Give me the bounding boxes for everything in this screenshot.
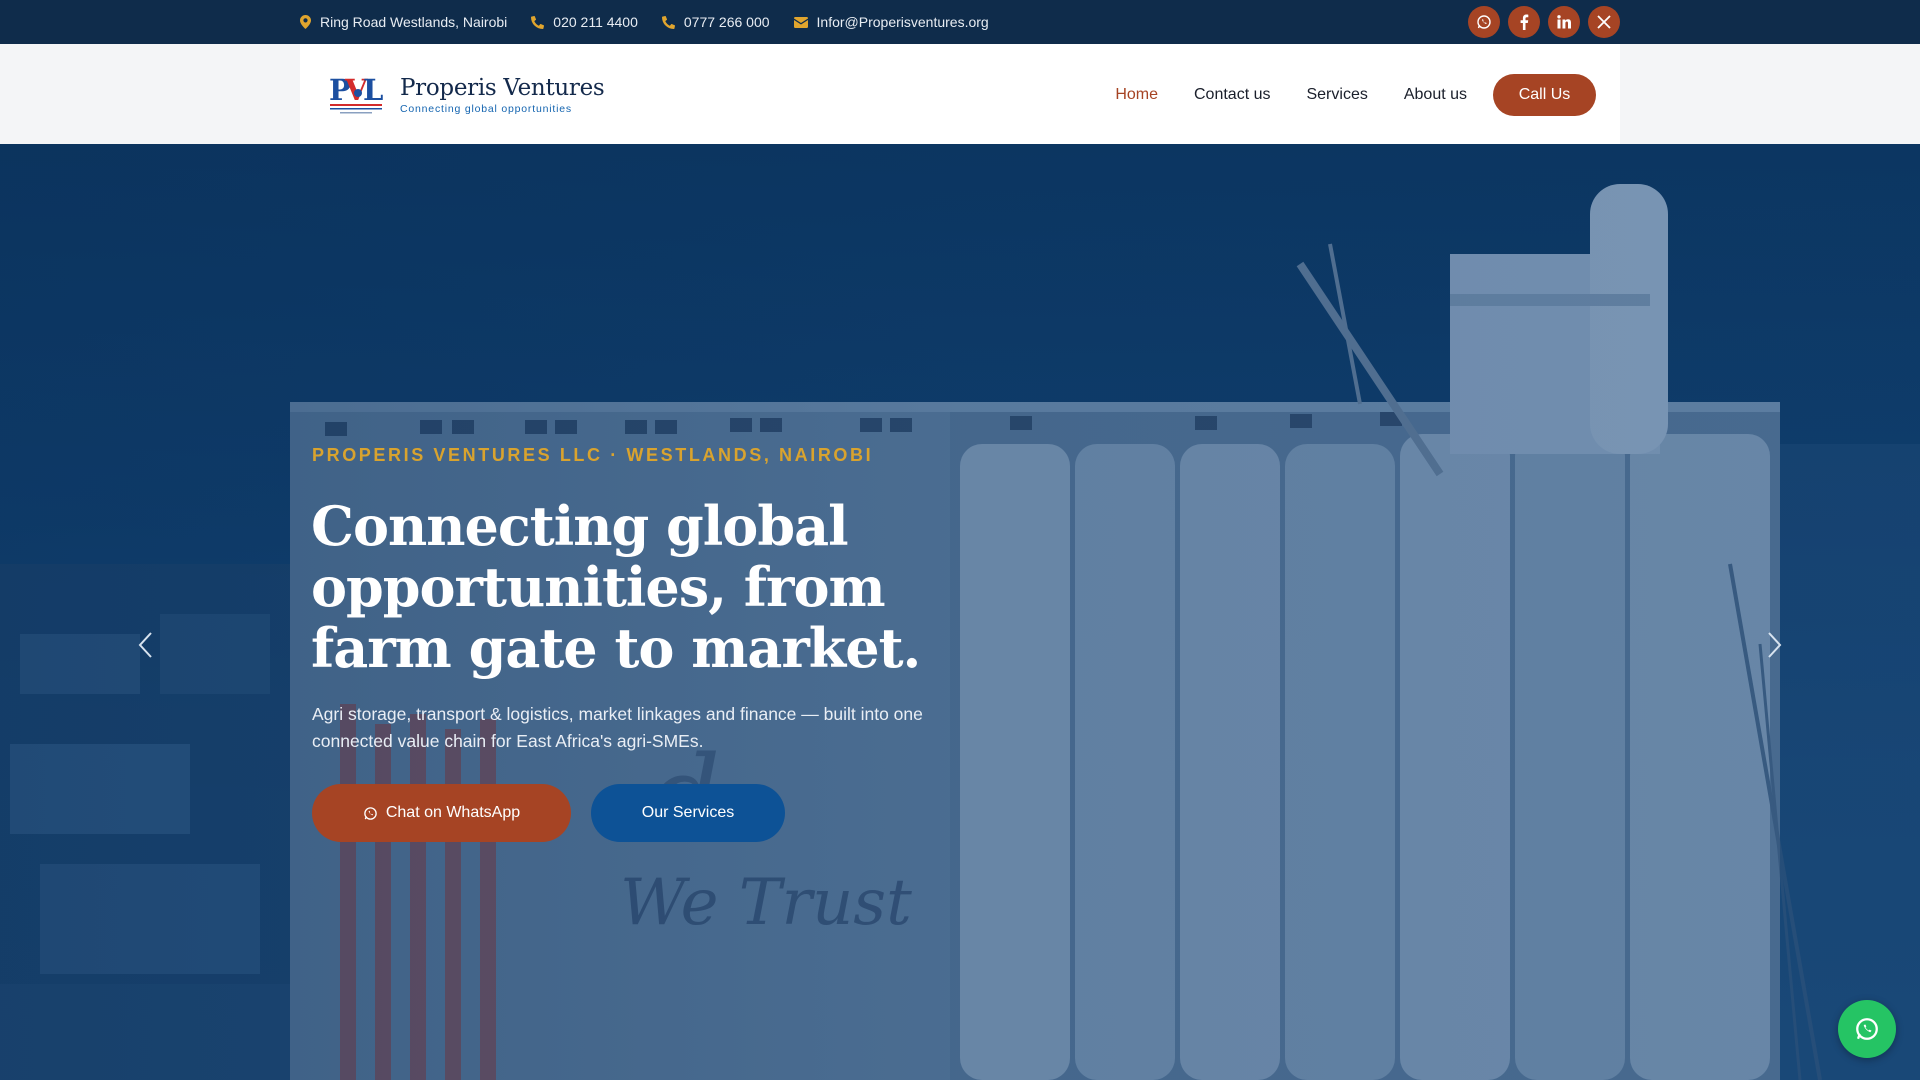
x-icon[interactable] (1588, 6, 1620, 38)
whatsapp-icon (1856, 1018, 1878, 1040)
chat-on-whatsapp-button[interactable]: Chat on WhatsApp (312, 784, 571, 842)
phone-icon (661, 15, 675, 29)
top-bar: Ring Road Westlands, Nairobi 020 211 440… (0, 0, 1920, 44)
our-services-button[interactable]: Our Services (591, 784, 785, 842)
call-us-button[interactable]: Call Us (1493, 74, 1596, 116)
chevron-left-icon (138, 632, 152, 658)
hero-subtext: Agri storage, transport & logistics, mar… (312, 704, 923, 751)
hero-eyebrow: PROPERIS VENTURES LLC · WESTLANDS, NAIRO… (312, 445, 874, 465)
logo-name: Properis Ventures (400, 75, 605, 101)
phone-icon (531, 15, 545, 29)
facebook-icon[interactable] (1508, 6, 1540, 38)
logo-tagline: Connecting global opportunities (400, 103, 572, 115)
envelope-icon (793, 16, 808, 28)
address: Ring Road Westlands, Nairobi (300, 14, 507, 30)
hero-slider: We Trust d PROPERIS VENTURES LLC · WESTL… (0, 144, 1920, 1080)
floating-whatsapp-button[interactable] (1838, 1000, 1896, 1058)
svg-text:L: L (363, 73, 383, 107)
email-link[interactable]: Infor@Properisventures.org (793, 14, 989, 30)
nav-about[interactable]: About us (1404, 86, 1467, 104)
hero-headline: Connecting global opportunities, from fa… (311, 494, 921, 680)
nav-contact[interactable]: Contact us (1194, 86, 1270, 104)
linkedin-icon[interactable] (1548, 6, 1580, 38)
social-links (1468, 6, 1620, 38)
phone-link-2[interactable]: 0777 266 000 (661, 14, 770, 30)
logo-mark-icon: P V L (328, 72, 384, 118)
chevron-right-icon (1768, 632, 1782, 658)
phone-link-1[interactable]: 020 211 4400 (531, 14, 638, 30)
nav-home[interactable]: Home (1115, 86, 1158, 104)
nav-services[interactable]: Services (1306, 86, 1367, 104)
whatsapp-icon[interactable] (1468, 6, 1500, 38)
slider-next-arrow[interactable] (1760, 625, 1790, 665)
site-header: P V L Properis Ventures Connecting globa… (300, 44, 1620, 144)
header-side-fill (1620, 44, 1920, 144)
site-logo[interactable]: P V L Properis Ventures Connecting globa… (328, 72, 605, 118)
slider-prev-arrow[interactable] (130, 625, 160, 665)
whatsapp-icon (363, 806, 378, 821)
map-pin-icon (300, 15, 311, 29)
header-side-fill (0, 44, 300, 144)
main-nav: Home Contact us Services About us Call U… (1079, 74, 1596, 116)
